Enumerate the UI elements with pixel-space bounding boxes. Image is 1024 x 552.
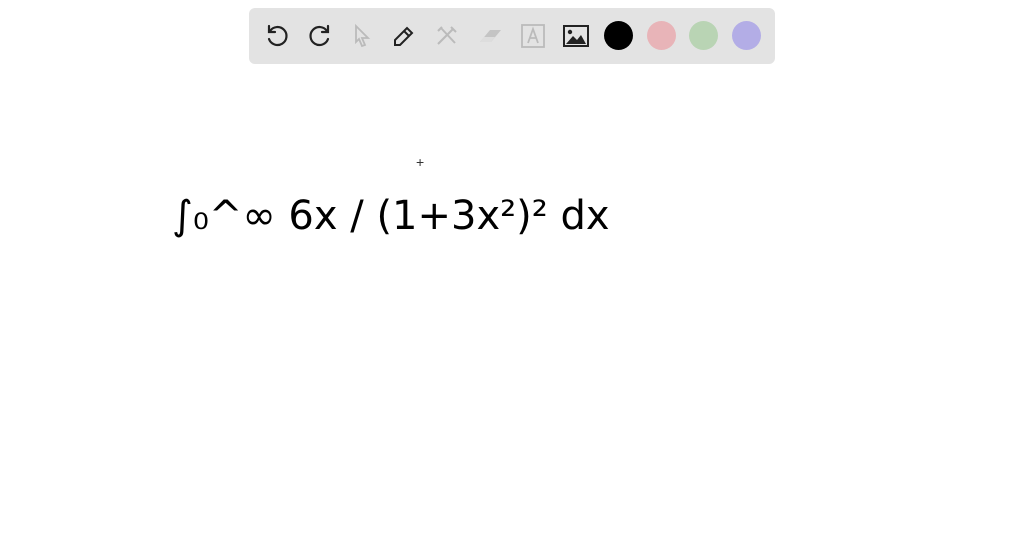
handwritten-integral: ∫₀^∞ 6x / (1+3x²)² dx xyxy=(172,193,610,239)
crosshair-cursor-icon: + xyxy=(416,154,425,170)
drawing-canvas[interactable]: ∫₀^∞ 6x / (1+3x²)² dx + xyxy=(0,0,1024,552)
